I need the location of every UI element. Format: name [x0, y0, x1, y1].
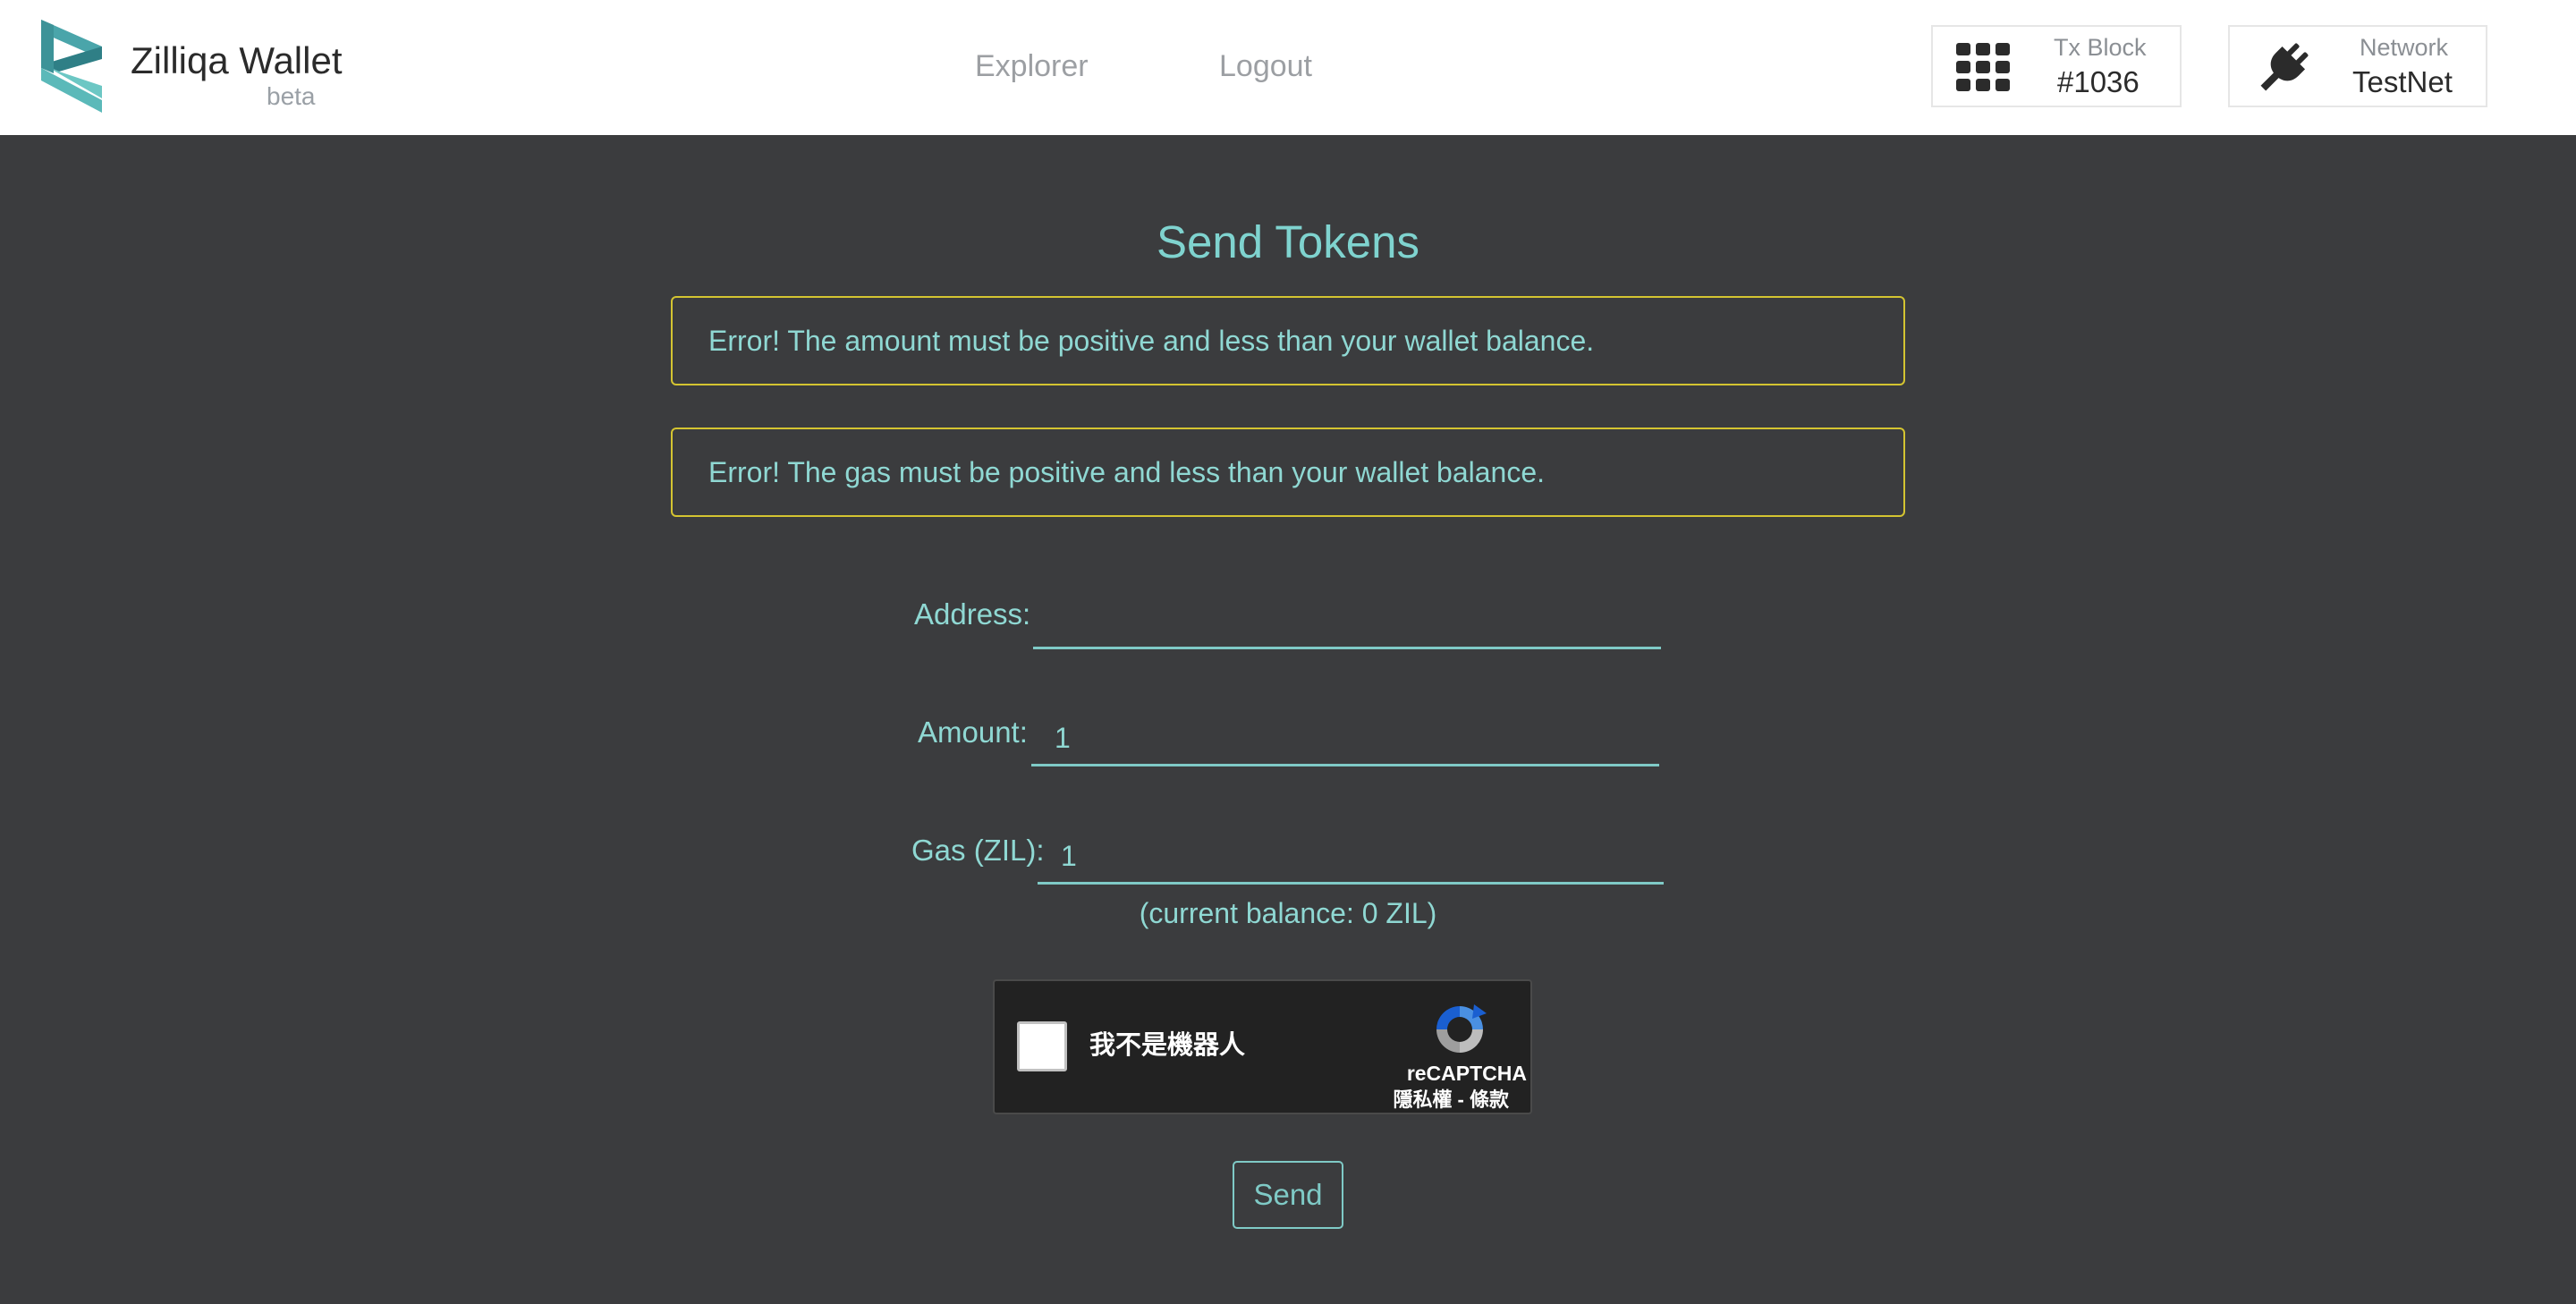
- recaptcha-brand: reCAPTCHA: [1406, 1062, 1527, 1085]
- network-value: TestNet: [2352, 65, 2453, 98]
- tx-block-value: #1036: [2057, 65, 2140, 98]
- brand-name: Zilliqa Wallet: [131, 39, 343, 81]
- gas-input[interactable]: [1038, 831, 1664, 885]
- top-header: Zilliqa Wallet beta Explorer Logout Tx B…: [0, 0, 2576, 135]
- network-panel[interactable]: Network TestNet: [2228, 25, 2487, 107]
- address-input[interactable]: [1033, 596, 1661, 649]
- network-label: Network: [2360, 34, 2449, 61]
- send-button[interactable]: Send: [1233, 1161, 1343, 1229]
- amount-input[interactable]: [1031, 713, 1659, 766]
- recaptcha-links[interactable]: 隱私權 - 條款: [1393, 1088, 1509, 1113]
- amount-error-alert: Error! The amount must be positive and l…: [671, 296, 1905, 385]
- plug-icon: [2255, 41, 2312, 99]
- current-balance-note: (current balance: 0 ZIL): [1139, 897, 1437, 929]
- tx-block-panel: Tx Block #1036: [1931, 25, 2182, 107]
- recaptcha-widget: 我不是機器人 reCAPTCHA 隱私權 - 條款: [993, 979, 1532, 1114]
- recaptcha-logo-icon: [1431, 1001, 1488, 1058]
- captcha-checkbox[interactable]: [1017, 1021, 1067, 1071]
- brand-beta-tag: beta: [267, 82, 316, 110]
- gas-label: Gas (ZIL):: [911, 834, 1045, 867]
- zilliqa-logo-icon[interactable]: [39, 20, 107, 113]
- tx-block-label: Tx Block: [2054, 34, 2147, 61]
- gas-error-alert: Error! The gas must be positive and less…: [671, 428, 1905, 517]
- amount-label: Amount:: [918, 716, 1028, 749]
- grid-icon: [1956, 43, 2010, 96]
- page-title: Send Tokens: [1157, 216, 1419, 267]
- nav-explorer-link[interactable]: Explorer: [975, 43, 1089, 89]
- address-label: Address:: [914, 597, 1031, 631]
- nav-logout-link[interactable]: Logout: [1219, 43, 1312, 89]
- captcha-checkbox-label: 我不是機器人: [1089, 1031, 1246, 1060]
